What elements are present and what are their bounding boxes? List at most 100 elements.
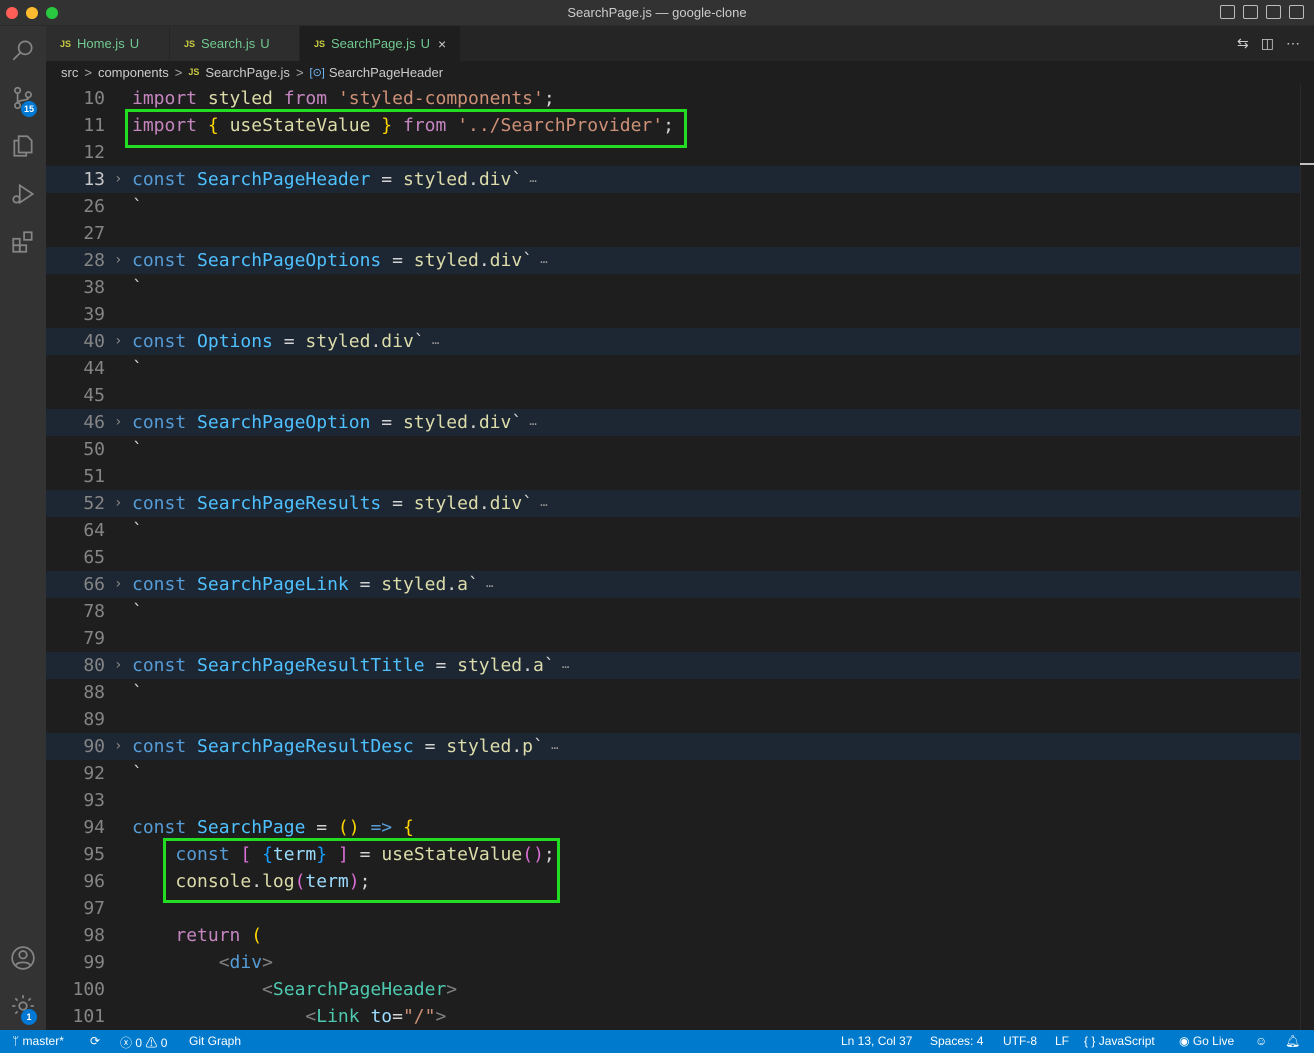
code-line[interactable]: 79 [46, 625, 1300, 652]
close-tab-icon[interactable]: × [438, 36, 446, 52]
explorer-icon[interactable] [0, 124, 46, 168]
breadcrumb-components[interactable]: components [98, 65, 169, 80]
code-line[interactable]: 50 ` [46, 436, 1300, 463]
folded-ellipsis[interactable]: ⋯ [479, 579, 493, 593]
tab-search-js[interactable]: JS Search.js U [170, 26, 300, 61]
cursor-position[interactable]: Ln 13, Col 37 [841, 1034, 912, 1048]
code-line[interactable]: 46 › const SearchPageOption = styled.div` … [46, 409, 1300, 436]
account-icon[interactable] [0, 936, 46, 980]
customize-layout-icon[interactable] [1289, 5, 1304, 19]
chevron-right-icon: > [84, 64, 92, 80]
source-control-icon[interactable]: 15 [0, 76, 46, 120]
folded-ellipsis[interactable]: ⋯ [522, 417, 536, 431]
fold-chevron-icon[interactable]: › [114, 409, 122, 436]
toggle-sidebar-icon[interactable] [1220, 5, 1235, 19]
tab-searchpage-js[interactable]: JS SearchPage.js U × [300, 26, 460, 61]
code-line[interactable]: 66 › const SearchPageLink = styled.a` ⋯ [46, 571, 1300, 598]
source-control-badge: 15 [21, 101, 38, 117]
code-line[interactable]: 26 ` [46, 193, 1300, 220]
folded-ellipsis[interactable]: ⋯ [533, 498, 547, 512]
code-editor[interactable]: 10 import styled from 'styled-components'… [46, 84, 1314, 1030]
code-line[interactable]: 94 const SearchPage = () => { [46, 814, 1300, 841]
go-live-button[interactable]: ◉ Go Live [1179, 1034, 1234, 1048]
line-number: 12 [83, 142, 105, 163]
language-mode[interactable]: { } JavaScript [1084, 1034, 1155, 1048]
language-name: JavaScript [1098, 1034, 1155, 1048]
code-line[interactable]: 92 ` [46, 760, 1300, 787]
tab-home-js[interactable]: JS Home.js U [46, 26, 170, 61]
code-line[interactable]: 93 [46, 787, 1300, 814]
git-graph-button[interactable]: Git Graph [189, 1034, 241, 1048]
fold-chevron-icon[interactable]: › [114, 328, 122, 355]
line-number: 13 [83, 169, 105, 190]
code-line[interactable]: 40 › const Options = styled.div` ⋯ [46, 328, 1300, 355]
folded-ellipsis[interactable]: ⋯ [533, 255, 547, 269]
code-line[interactable]: 45 [46, 382, 1300, 409]
encoding[interactable]: UTF-8 [1003, 1034, 1037, 1048]
code-line[interactable]: 10 import styled from 'styled-components'… [46, 85, 1300, 112]
code-line[interactable]: 89 [46, 706, 1300, 733]
code-line[interactable]: 101 <Link to="/"> [46, 1003, 1300, 1030]
run-debug-icon[interactable] [0, 172, 46, 216]
code-line[interactable]: 99 <div> [46, 949, 1300, 976]
vertical-scrollbar[interactable] [1300, 84, 1314, 1030]
fold-chevron-icon[interactable]: › [114, 652, 122, 679]
code-text: import styled from 'styled-components'; [132, 88, 555, 109]
folded-ellipsis[interactable]: ⋯ [544, 741, 558, 755]
line-number: 78 [83, 601, 105, 622]
fold-chevron-icon[interactable]: › [114, 490, 122, 517]
code-line[interactable]: 100 <SearchPageHeader> [46, 976, 1300, 1003]
more-actions-icon[interactable]: ⋯ [1286, 35, 1300, 52]
end-of-line[interactable]: LF [1055, 1034, 1069, 1048]
branch-indicator[interactable]: ᛘ master* [12, 1034, 64, 1048]
split-editor-icon[interactable]: ◫ [1261, 35, 1274, 52]
feedback-icon[interactable]: ☺ [1255, 1034, 1267, 1048]
code-line[interactable]: 98 return ( [46, 922, 1300, 949]
problems-indicator[interactable]: ⓧ 0 ⚠ 0 [120, 1034, 167, 1051]
open-changes-icon[interactable]: ⇆ [1237, 35, 1249, 52]
line-number: 88 [83, 682, 105, 703]
line-number: 101 [72, 1006, 105, 1027]
code-line[interactable]: 80 › const SearchPageResultTitle = styled.… [46, 652, 1300, 679]
breadcrumb-symbol[interactable]: SearchPageHeader [329, 65, 443, 80]
notifications-icon[interactable]: 🔔︎ [1285, 1034, 1300, 1048]
line-number: 51 [83, 466, 105, 487]
code-line[interactable]: 78 ` [46, 598, 1300, 625]
scrollbar-thumb[interactable] [1300, 163, 1314, 165]
code-line[interactable]: 38 ` [46, 274, 1300, 301]
code-text: ` [132, 601, 143, 622]
folded-ellipsis[interactable]: ⋯ [555, 660, 569, 674]
line-number: 66 [83, 574, 105, 595]
code-line[interactable]: 64 ` [46, 517, 1300, 544]
breadcrumb-file[interactable]: SearchPage.js [205, 65, 290, 80]
indentation[interactable]: Spaces: 4 [930, 1034, 983, 1048]
breadcrumb-src[interactable]: src [61, 65, 78, 80]
code-line[interactable]: 88 ` [46, 679, 1300, 706]
js-file-icon: JS [188, 67, 200, 77]
fold-chevron-icon[interactable]: › [114, 733, 122, 760]
fold-chevron-icon[interactable]: › [114, 571, 122, 598]
toggle-secondary-sidebar-icon[interactable] [1266, 5, 1281, 19]
code-text: ` [132, 439, 143, 460]
gear-icon[interactable]: 1 [0, 984, 46, 1028]
code-line[interactable]: 39 [46, 301, 1300, 328]
code-line[interactable]: 65 [46, 544, 1300, 571]
code-line[interactable]: 52 › const SearchPageResults = styled.div`… [46, 490, 1300, 517]
fold-chevron-icon[interactable]: › [114, 166, 122, 193]
extensions-icon[interactable] [0, 220, 46, 264]
line-number: 11 [83, 115, 105, 136]
toggle-panel-icon[interactable] [1243, 5, 1258, 19]
code-text: ` [132, 277, 143, 298]
search-icon[interactable] [0, 28, 46, 72]
folded-ellipsis[interactable]: ⋯ [425, 336, 439, 350]
code-line[interactable]: 90 › const SearchPageResultDesc = styled.p… [46, 733, 1300, 760]
code-line[interactable]: 27 [46, 220, 1300, 247]
sync-icon[interactable]: ⟳ [90, 1034, 100, 1048]
code-line[interactable]: 28 › const SearchPageOptions = styled.div`… [46, 247, 1300, 274]
folded-ellipsis[interactable]: ⋯ [522, 174, 536, 188]
code-line[interactable]: 51 [46, 463, 1300, 490]
code-line[interactable]: 44 ` [46, 355, 1300, 382]
line-number: 98 [83, 925, 105, 946]
fold-chevron-icon[interactable]: › [114, 247, 122, 274]
code-line[interactable]: 13 › const SearchPageHeader = styled.div` … [46, 166, 1300, 193]
